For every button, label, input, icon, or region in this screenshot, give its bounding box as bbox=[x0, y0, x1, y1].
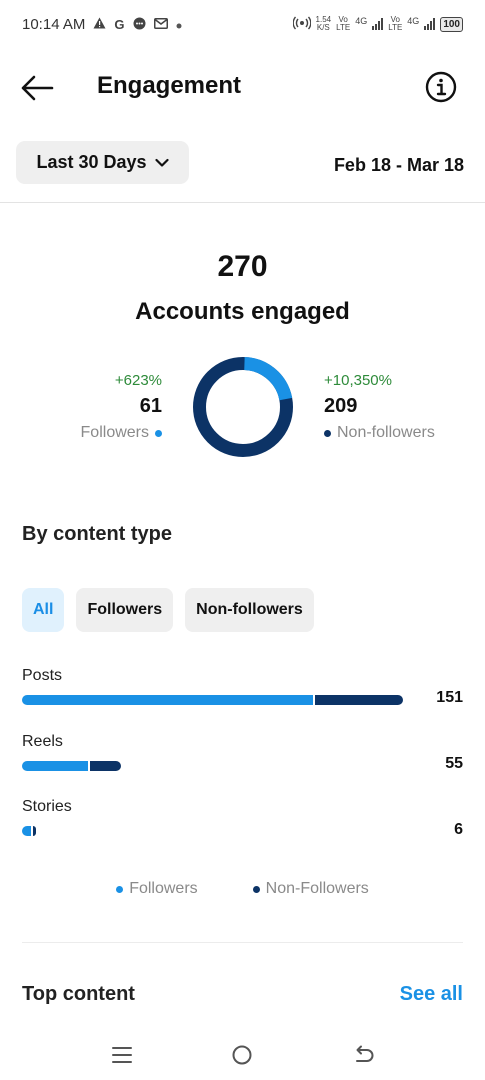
back-arrow-icon bbox=[356, 1045, 374, 1062]
home-circle-icon bbox=[232, 1045, 252, 1065]
reels-value: 55 bbox=[445, 755, 463, 772]
top-content-title: Top content bbox=[22, 983, 135, 1005]
followers-change: +623% bbox=[114, 372, 162, 389]
legend-followers-label: Followers bbox=[129, 880, 198, 897]
posts-followers-segment bbox=[22, 695, 313, 705]
legend-nonfollowers: Non-Followers bbox=[252, 880, 369, 898]
divider bbox=[0, 202, 485, 203]
network-4g-2: 4G bbox=[407, 16, 420, 26]
message-icon bbox=[133, 17, 146, 32]
stories-label: Stories bbox=[22, 798, 72, 815]
signal-bars-icon-1 bbox=[372, 18, 384, 30]
reels-label: Reels bbox=[22, 733, 63, 750]
recent-apps-button[interactable] bbox=[109, 1042, 135, 1068]
reels-nonfollowers-segment bbox=[90, 761, 121, 771]
followers-count: 61 bbox=[139, 395, 162, 417]
content-type-filters: All Followers Non-followers bbox=[22, 588, 314, 632]
stories-value: 6 bbox=[454, 821, 463, 838]
network-speed: 1.54 K/S bbox=[316, 16, 332, 32]
posts-bar bbox=[22, 695, 403, 705]
info-icon bbox=[425, 71, 457, 103]
status-time: 10:14 AM bbox=[22, 15, 86, 33]
reels-bar bbox=[22, 761, 121, 771]
followers-stats: +623% 61 Followers bbox=[20, 372, 162, 442]
filter-chip-nonfollowers[interactable]: Non-followers bbox=[185, 588, 314, 632]
warning-icon bbox=[93, 17, 106, 31]
followers-dot-icon bbox=[155, 429, 162, 437]
gmail-icon bbox=[153, 17, 168, 31]
nonfollowers-legend-label: Non-followers bbox=[337, 424, 435, 441]
home-button[interactable] bbox=[229, 1042, 255, 1068]
legend-nonfollowers-label: Non-Followers bbox=[265, 880, 369, 897]
see-all-link[interactable]: See all bbox=[400, 983, 463, 1006]
battery-icon: 100 bbox=[440, 16, 463, 32]
volte2-bottom: LTE bbox=[388, 23, 403, 32]
volte1-bottom: LTE bbox=[336, 23, 351, 32]
posts-nonfollowers-segment bbox=[315, 695, 403, 705]
content-type-title: By content type bbox=[22, 523, 173, 545]
hotspot-icon bbox=[292, 16, 312, 32]
arrow-left-icon bbox=[21, 75, 54, 101]
status-left: 10:14 AM G bbox=[22, 16, 182, 33]
app-header: Engagement bbox=[0, 60, 485, 116]
accounts-engaged-count: 270 bbox=[217, 250, 268, 283]
legend-followers-dot-icon bbox=[116, 885, 124, 893]
nonfollowers-dot-icon bbox=[324, 429, 331, 437]
google-icon: G bbox=[114, 16, 125, 32]
filter-chip-followers[interactable]: Followers bbox=[76, 588, 174, 632]
back-nav-button[interactable] bbox=[351, 1042, 377, 1068]
date-range-text: Feb 18 - Mar 18 bbox=[333, 155, 464, 175]
reels-followers-segment bbox=[22, 761, 88, 771]
followers-legend: Followers bbox=[81, 424, 162, 442]
status-bar: 10:14 AM G 1.54 K/S Vo LTE 4G Vo LTE 4G … bbox=[0, 0, 485, 48]
nonfollowers-change: +10,350% bbox=[324, 372, 392, 389]
network-speed-unit: K/S bbox=[316, 23, 330, 32]
stories-bar bbox=[22, 826, 36, 836]
chevron-down-icon bbox=[154, 158, 169, 167]
network-4g-1: 4G bbox=[355, 16, 368, 26]
legend-nonfollowers-dot-icon bbox=[252, 885, 260, 893]
content-type-legend: Followers Non-Followers bbox=[0, 880, 485, 898]
nonfollowers-legend: Non-followers bbox=[324, 424, 435, 442]
volte-indicator-2: Vo LTE bbox=[388, 16, 402, 32]
posts-value: 151 bbox=[436, 689, 463, 706]
date-range-dropdown[interactable]: Last 30 Days bbox=[16, 141, 189, 184]
nonfollowers-count: 209 bbox=[324, 395, 358, 417]
posts-label: Posts bbox=[22, 667, 63, 684]
divider bbox=[22, 942, 463, 943]
volte-indicator-1: Vo LTE bbox=[336, 16, 350, 32]
notification-dot-icon bbox=[176, 18, 182, 31]
signal-bars-icon-2 bbox=[424, 18, 436, 30]
page-title: Engagement bbox=[97, 72, 242, 99]
stories-nonfollowers-segment bbox=[33, 826, 36, 836]
stories-followers-segment bbox=[22, 826, 31, 836]
nonfollowers-stats: +10,350% 209 Non-followers bbox=[324, 372, 474, 442]
back-button[interactable] bbox=[20, 74, 54, 102]
info-button[interactable] bbox=[425, 71, 457, 103]
menu-icon bbox=[112, 1047, 132, 1063]
legend-followers: Followers bbox=[116, 880, 198, 898]
system-nav-bar bbox=[0, 1030, 485, 1080]
filter-chip-all[interactable]: All bbox=[22, 588, 65, 632]
followers-legend-label: Followers bbox=[80, 424, 149, 441]
status-right: 1.54 K/S Vo LTE 4G Vo LTE 4G 100 bbox=[292, 16, 463, 32]
engagement-donut-chart bbox=[193, 357, 293, 457]
date-range-dropdown-label: Last 30 Days bbox=[36, 152, 147, 172]
accounts-engaged-label: Accounts engaged bbox=[135, 298, 350, 325]
